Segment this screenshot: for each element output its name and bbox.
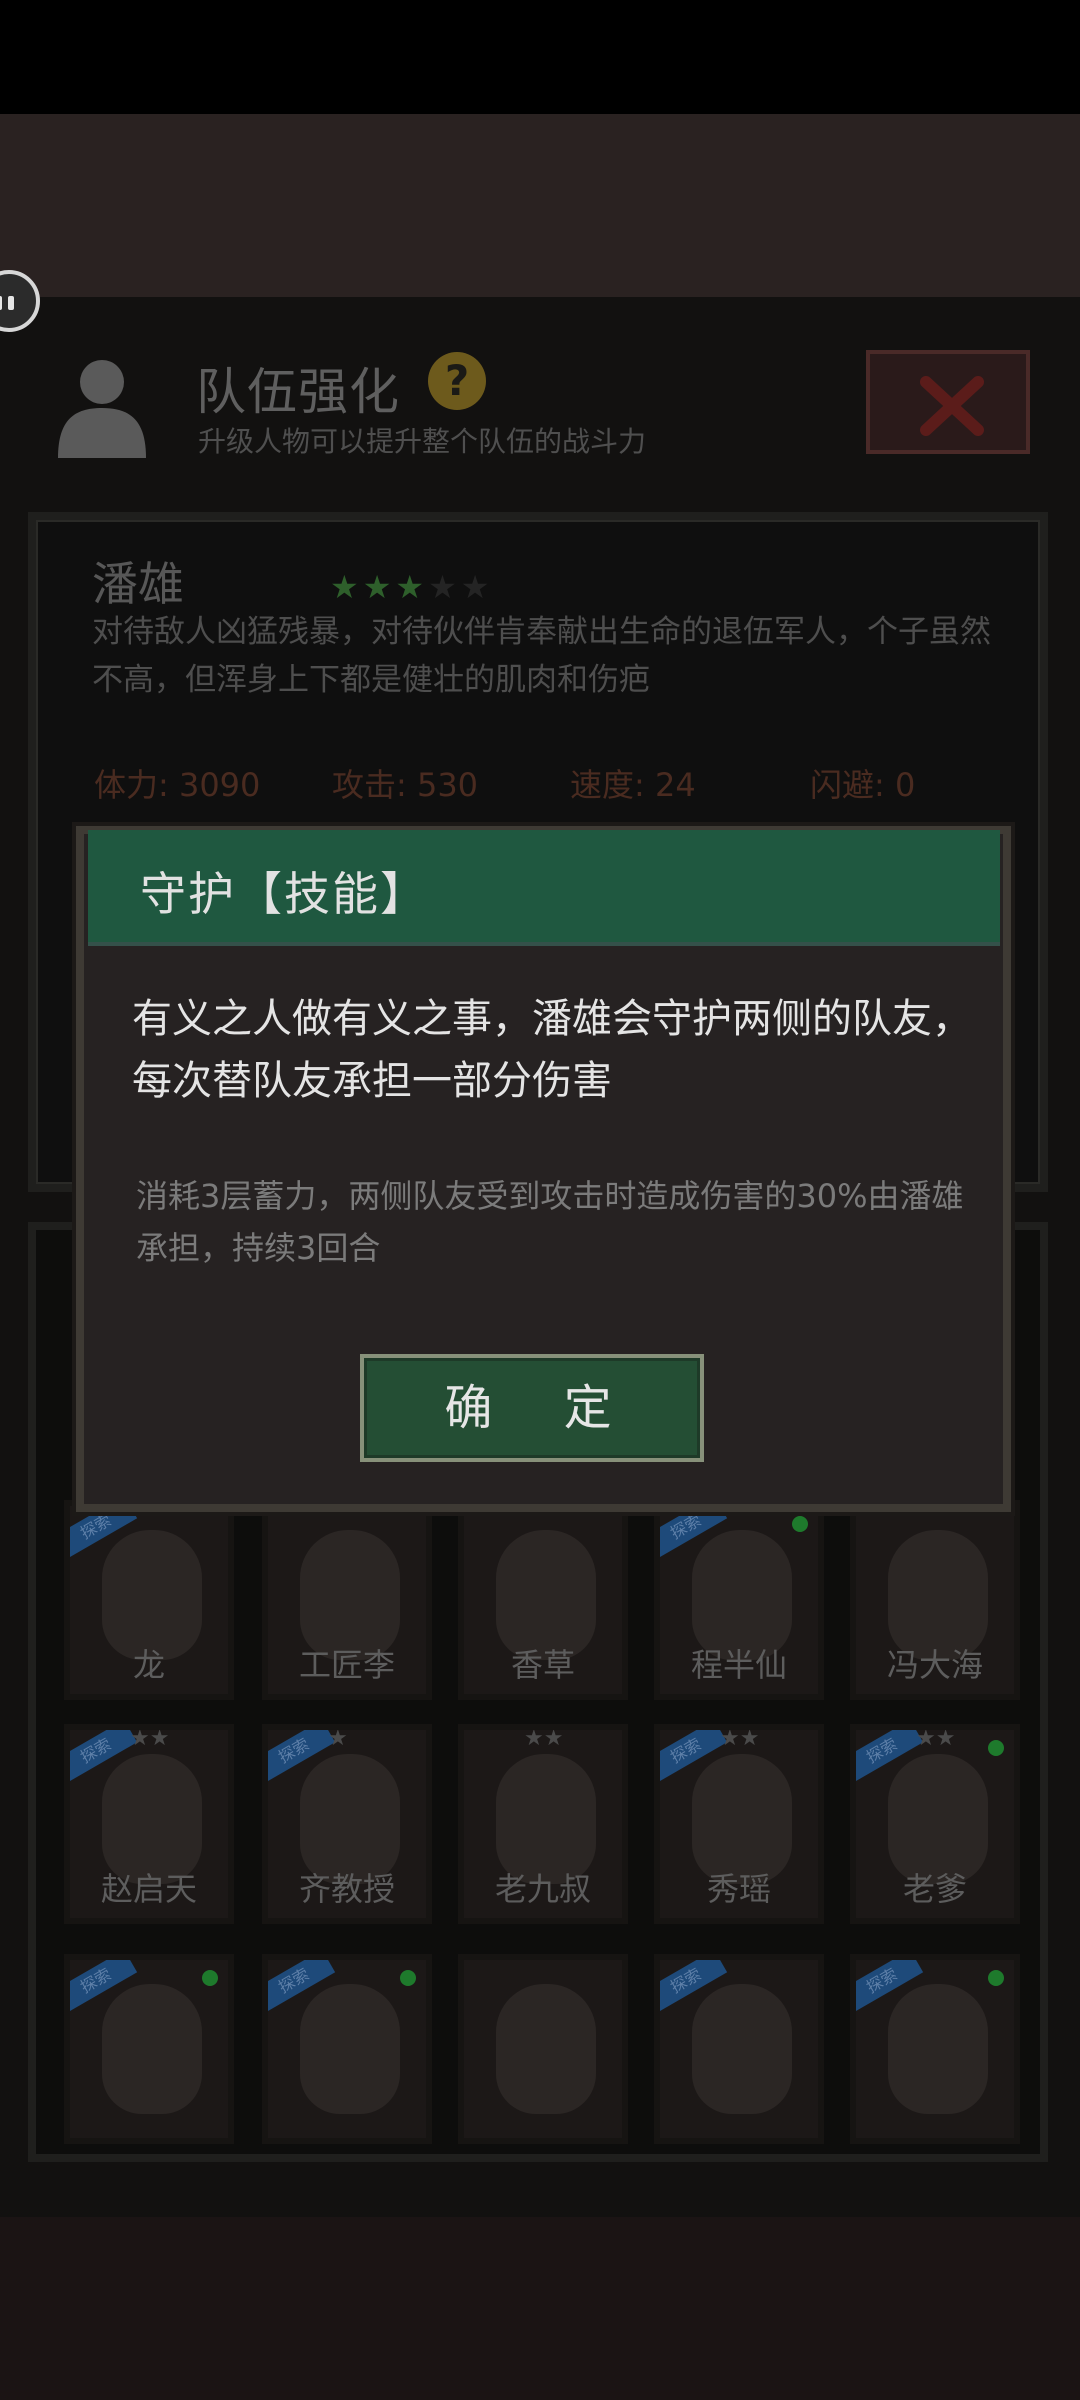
character-card-name: 龙 xyxy=(132,1646,165,1684)
eye-left xyxy=(0,296,2,310)
character-card[interactable]: 探索 ★★ 秀瑶 xyxy=(654,1724,824,1924)
character-card-name: 香草 xyxy=(510,1646,575,1684)
character-card[interactable]: 探索 ★ 齐教授 xyxy=(262,1724,432,1924)
character-card-name: 齐教授 xyxy=(298,1870,395,1908)
character-stars: ★ ★ ★ ★ ★ xyxy=(330,568,493,606)
card-stars: ★★ xyxy=(130,1726,170,1751)
online-dot-icon xyxy=(792,1516,808,1532)
character-name: 潘雄 xyxy=(92,557,184,611)
character-card-name: 程半仙 xyxy=(690,1646,787,1684)
star-icon: ★ xyxy=(330,568,359,606)
character-portrait xyxy=(496,1984,596,2114)
star-icon: ★ xyxy=(395,568,425,606)
character-card[interactable]: 冯大海 xyxy=(850,1500,1020,1700)
close-button[interactable] xyxy=(866,350,1030,454)
eye-right xyxy=(8,296,14,310)
card-stars: ★ xyxy=(328,1726,348,1751)
character-description: 对待敌人凶猛残暴，对待伙伴肯奉献出生命的退伍军人，个子虽然不高，但浑身上下都是健… xyxy=(92,614,991,698)
character-card-name: 赵启天 xyxy=(100,1870,197,1908)
top-band xyxy=(0,114,1080,297)
character-card[interactable]: 探索 ★★ 老爹 xyxy=(850,1724,1020,1924)
character-card[interactable]: 探索 xyxy=(654,1954,824,2144)
character-card[interactable]: 探索 龙 xyxy=(64,1500,234,1700)
bottom-band xyxy=(0,2217,1080,2400)
stat-speed: 速度: 24 xyxy=(570,766,696,804)
character-portrait xyxy=(888,1984,988,2114)
card-stars: ★★ xyxy=(720,1726,760,1751)
skill-dialog-title: 守护【技能】 xyxy=(140,867,428,921)
status-bar xyxy=(0,0,1080,114)
skill-description: 有义之人做有义之事，潘雄会守护两侧的队友，每次替队友承担一部分伤害 xyxy=(132,996,972,1104)
card-stars: ★★ xyxy=(524,1726,564,1751)
close-icon xyxy=(920,376,984,436)
star-icon: ★ xyxy=(428,568,457,606)
confirm-button[interactable]: 确 定 xyxy=(360,1354,704,1462)
character-card[interactable]: 探索 xyxy=(262,1954,432,2144)
help-icon[interactable]: ? xyxy=(428,352,486,410)
character-card-name: 老九叔 xyxy=(494,1870,591,1908)
character-card[interactable]: 探索 程半仙 xyxy=(654,1500,824,1700)
character-card[interactable]: 工匠李 xyxy=(262,1500,432,1700)
character-card-name: 工匠李 xyxy=(298,1646,395,1684)
online-dot-icon xyxy=(988,1740,1004,1756)
character-card[interactable]: 香草 xyxy=(458,1500,628,1700)
character-card[interactable]: 探索 xyxy=(64,1954,234,2144)
star-icon: ★ xyxy=(362,568,392,606)
team-silhouette-icon xyxy=(50,350,154,460)
star-icon: ★ xyxy=(460,568,490,606)
stat-dodge: 闪避: 0 xyxy=(810,766,916,804)
online-dot-icon xyxy=(988,1970,1004,1986)
character-card-name: 老爹 xyxy=(902,1870,967,1908)
page-subtitle: 升级人物可以提升整个队伍的战斗力 xyxy=(198,425,647,458)
online-dot-icon xyxy=(400,1970,416,1986)
character-card[interactable]: ★★ 老九叔 xyxy=(458,1724,628,1924)
character-card[interactable] xyxy=(458,1954,628,2144)
stat-hp: 体力: 3090 xyxy=(94,766,261,804)
character-portrait xyxy=(692,1984,792,2114)
online-dot-icon xyxy=(202,1970,218,1986)
skill-effect-detail: 消耗3层蓄力，两侧队友受到攻击时造成伤害的30%由潘雄承担，持续3回合 xyxy=(136,1177,964,1267)
card-stars: ★★ xyxy=(916,1726,956,1751)
character-portrait xyxy=(102,1984,202,2114)
page-title: 队伍强化 xyxy=(196,363,400,421)
stat-attack: 攻击: 530 xyxy=(332,766,479,804)
character-card-name: 冯大海 xyxy=(886,1646,983,1684)
character-portrait xyxy=(300,1984,400,2114)
character-card[interactable]: 探索 xyxy=(850,1954,1020,2144)
character-card[interactable]: 探索 ★★ 赵启天 xyxy=(64,1724,234,1924)
character-card-name: 秀瑶 xyxy=(706,1870,771,1908)
